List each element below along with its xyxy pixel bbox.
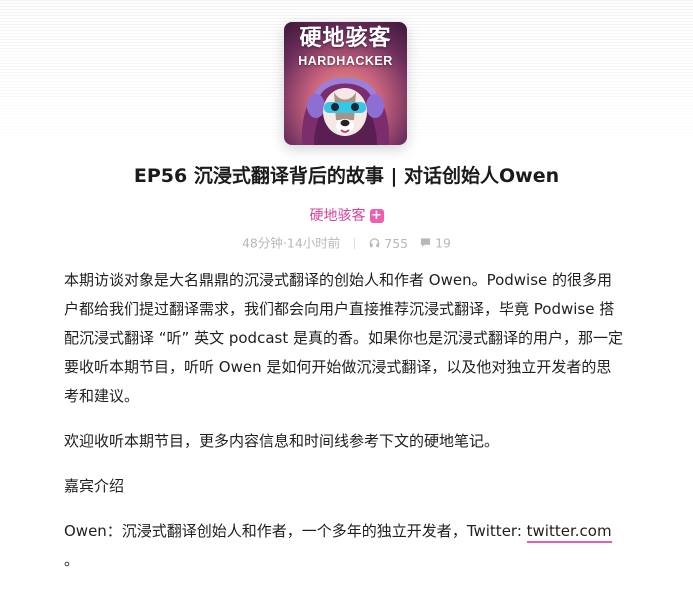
- comment-icon: [420, 235, 431, 253]
- twitter-link[interactable]: twitter.com: [526, 522, 612, 543]
- episode-meta: 48分钟·14小时前 755 19: [0, 234, 693, 253]
- comment-count: 19: [435, 235, 451, 251]
- podcast-name-link[interactable]: 硬地骇客: [310, 208, 366, 224]
- guest-intro-paragraph: Owen：沉浸式翻译创始人和作者，一个多年的独立开发者，Twitter: twi…: [64, 517, 624, 575]
- meta-divider: [354, 238, 356, 249]
- guest-intro-text: Owen：沉浸式翻译创始人和作者，一个多年的独立开发者，Twitter:: [64, 522, 527, 540]
- guest-intro-suffix: 。: [64, 551, 80, 569]
- section-heading-guest: 嘉宾介绍: [64, 477, 125, 495]
- description-paragraph-welcome: 欢迎收听本期节目，更多内容信息和时间线参考下文的硬地笔记。: [64, 432, 500, 450]
- headphones-icon: [369, 235, 380, 253]
- play-count: 755: [384, 235, 409, 251]
- cover-title-cn: 硬地骇客: [299, 26, 392, 51]
- follow-podcast-button[interactable]: +: [369, 209, 384, 223]
- episode-description: 本期访谈对象是大名鼎鼎的沉浸式翻译的创始人和作者 Owen。Podwise 的很…: [64, 266, 624, 591]
- description-paragraph-intro: 本期访谈对象是大名鼎鼎的沉浸式翻译的创始人和作者 Owen。Podwise 的很…: [64, 271, 623, 405]
- duration-and-time: 48分钟·14小时前: [241, 235, 341, 251]
- podcast-row: 硬地骇客 +: [0, 206, 693, 226]
- podcast-cover-image: 硬地骇客 HARDHACKER: [284, 22, 407, 145]
- episode-title: EP56 沉浸式翻译背后的故事 | 对话创始人Owen: [133, 165, 560, 187]
- cover-title-en: HARDHACKER: [298, 54, 393, 68]
